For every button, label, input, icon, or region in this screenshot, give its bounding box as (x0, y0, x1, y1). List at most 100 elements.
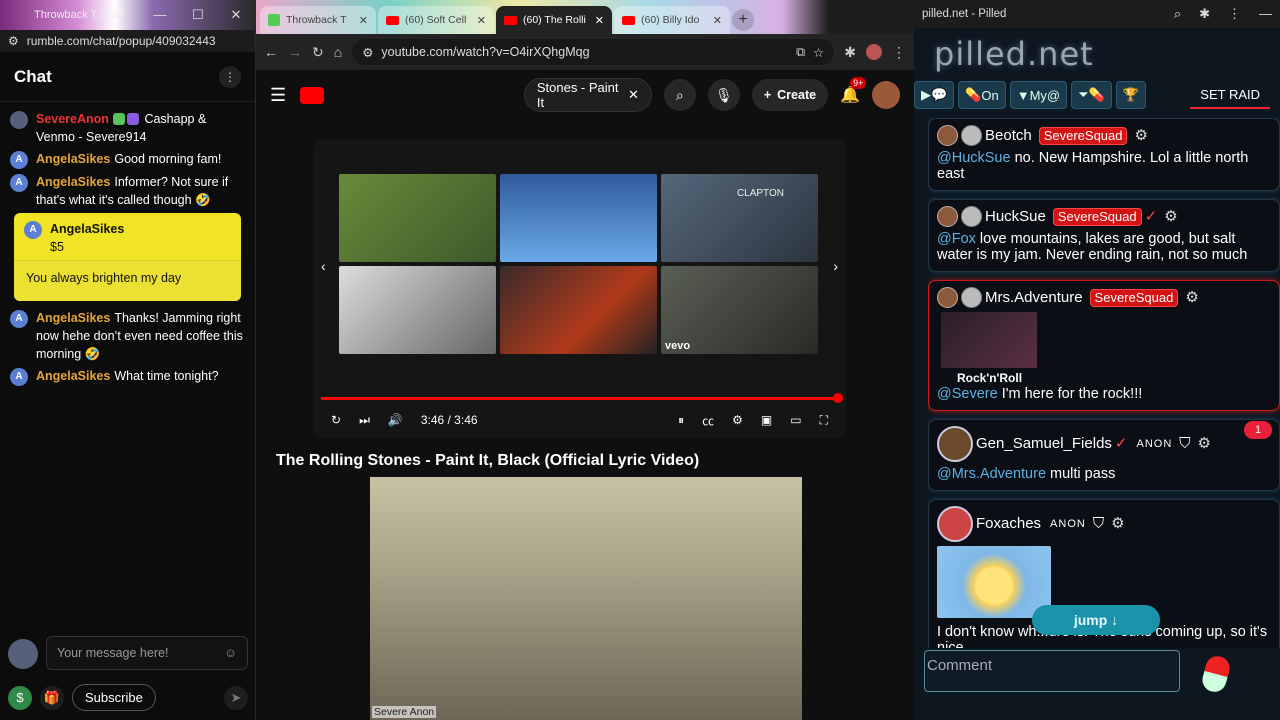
bookmark-star-icon[interactable]: ☆ (813, 45, 824, 60)
notification-badge[interactable]: 1 (1244, 421, 1272, 439)
create-button[interactable]: + Create (751, 79, 829, 111)
mention[interactable]: @Fox (937, 231, 976, 247)
progress-bar[interactable] (321, 393, 843, 403)
pill-send-icon[interactable] (1199, 653, 1233, 695)
new-tab-button[interactable]: + (732, 9, 754, 31)
notifications-icon[interactable]: 🔔 9+ (840, 77, 867, 105)
minimize-button[interactable]: — (1259, 6, 1272, 22)
zoom-icon[interactable]: ⌕ (1174, 6, 1181, 22)
search-input[interactable]: Stones - Paint It ✕ (523, 78, 652, 112)
close-tab-icon[interactable]: ✕ (359, 14, 368, 27)
open-in-app-icon[interactable]: ⧉ (796, 45, 805, 60)
mentions-filter[interactable]: ▼ My@ (1009, 81, 1068, 109)
close-tab-icon[interactable]: ✕ (713, 14, 722, 27)
chat-username[interactable]: AngelaSikes (36, 311, 110, 325)
gear-icon[interactable]: ⚙ (1111, 516, 1124, 532)
pill-toggle[interactable]: 💊 On (958, 81, 1006, 109)
close-button[interactable]: ✕ (217, 7, 255, 23)
profile-avatar[interactable] (866, 44, 882, 60)
chat-input[interactable]: Your message here! ☺ (46, 636, 248, 670)
gear-icon[interactable]: ⚙ (1198, 436, 1211, 452)
post-username[interactable]: HuckSue (985, 208, 1046, 225)
endscreen-video[interactable] (339, 174, 496, 262)
next-icon[interactable]: ⏭ (359, 413, 370, 428)
hamburger-menu-icon[interactable]: ☰ (270, 85, 286, 106)
gift-icon[interactable]: 🎁 (40, 685, 64, 710)
filter-pill-icon[interactable]: ⏷💊 (1071, 81, 1112, 109)
post-username[interactable]: Mrs.Adventure (985, 289, 1083, 306)
tab-billy-idol[interactable]: (60) Billy Ido ✕ (614, 6, 730, 34)
endscreen-video[interactable] (339, 266, 496, 354)
embedded-video-thumbnail[interactable]: Rock'n'Roll (941, 312, 1037, 385)
tab-rolling-stones[interactable]: (60) The Rolli ✕ (496, 6, 612, 34)
close-tab-icon[interactable]: ✕ (477, 14, 486, 27)
maximize-button[interactable]: ☐ (179, 7, 217, 23)
site-info-icon[interactable]: ⚙ (362, 45, 373, 60)
miniplayer-icon[interactable]: ▣ (761, 413, 772, 427)
post-username[interactable]: Beotch (985, 127, 1032, 144)
address-bar[interactable]: ⚙ youtube.com/watch?v=O4irXQhgMqg ⧉ ☆ (352, 39, 835, 65)
close-tab-icon[interactable]: ✕ (595, 14, 604, 27)
forward-icon[interactable]: → (288, 44, 302, 60)
endscreen-video[interactable] (500, 174, 657, 262)
set-raid-button[interactable]: SET RAID (1190, 81, 1270, 109)
chat-username[interactable]: AngelaSikes (36, 175, 110, 189)
theater-mode-icon[interactable]: ▭ (790, 413, 801, 427)
mention[interactable]: @HuckSue (937, 150, 1011, 166)
subscribe-button[interactable]: Subscribe (72, 684, 156, 711)
back-icon[interactable]: ← (264, 44, 278, 60)
extensions-icon[interactable]: ✱ (844, 44, 856, 61)
voice-search-icon[interactable]: 🎙 (707, 79, 740, 111)
carousel-prev-icon[interactable]: ‹ (321, 258, 326, 274)
rumble-address-bar[interactable]: ⚙ rumble.com/chat/popup/409032443 (0, 30, 255, 52)
account-avatar[interactable] (872, 81, 900, 109)
minimize-button[interactable]: — (141, 7, 179, 23)
chat-username[interactable]: SevereAnon (36, 112, 109, 126)
reload-icon[interactable]: ↻ (312, 44, 324, 61)
emoji-icon[interactable]: ☺ (224, 646, 237, 660)
youtube-logo[interactable] (300, 86, 325, 104)
mention[interactable]: @Mrs.Adventure (937, 466, 1046, 482)
video-player[interactable]: ‹ CLAPTON vevo › ↻ ⏭ 🔊 3:46 / 3:46 ⏸ ㏄ ⚙… (313, 140, 846, 438)
autoplay-toggle[interactable]: ⏸ (678, 413, 684, 428)
extensions-icon[interactable]: ✱ (1199, 6, 1210, 22)
play-chat-icon[interactable]: ▶💬 (914, 81, 955, 109)
endscreen-video[interactable] (500, 266, 657, 354)
captions-icon[interactable]: ㏄ (702, 412, 714, 429)
embedded-image[interactable] (937, 546, 1051, 618)
comment-input[interactable]: Comment (924, 650, 1180, 692)
replay-icon[interactable]: ↻ (331, 413, 341, 427)
gear-icon[interactable]: ⚙ (1134, 127, 1147, 144)
volume-icon[interactable]: 🔊 (388, 413, 403, 427)
trophy-icon[interactable]: 🏆 (1115, 81, 1146, 109)
menu-icon[interactable]: ⋮ (1228, 6, 1241, 22)
endscreen-video[interactable]: CLAPTON (661, 174, 818, 262)
rumble-tab-title[interactable]: Throwback T...nada... (34, 9, 124, 21)
carousel-next-icon[interactable]: › (833, 258, 838, 274)
menu-icon[interactable]: ⋮ (892, 44, 906, 61)
gear-icon[interactable]: ⚙ (1185, 289, 1198, 306)
endscreen-video[interactable]: vevo (661, 266, 818, 354)
site-info-icon[interactable]: ⚙ (8, 34, 19, 48)
rant-dollar-button[interactable]: $ (8, 685, 32, 710)
rant-username[interactable]: AngelaSikes (50, 220, 124, 238)
clear-search-icon[interactable]: ✕ (628, 87, 639, 103)
progress-handle[interactable] (833, 393, 843, 403)
search-icon[interactable]: ⌕ (663, 79, 696, 111)
settings-gear-icon[interactable]: ⚙ (732, 413, 743, 427)
chat-username[interactable]: AngelaSikes (36, 152, 110, 166)
jump-to-latest-button[interactable]: jump ↓ (1032, 605, 1160, 635)
send-icon[interactable]: ➤ (224, 685, 248, 710)
home-icon[interactable]: ⌂ (334, 44, 342, 60)
pilled-logo[interactable]: pilled.net (914, 28, 1280, 80)
fullscreen-icon[interactable]: ⛶ (820, 413, 828, 428)
more-options-icon[interactable]: ⋮ (219, 65, 241, 88)
tab-throwback[interactable]: Throwback T ✕ (260, 6, 376, 34)
tab-soft-cell[interactable]: (60) Soft Cell ✕ (378, 6, 494, 34)
chat-username[interactable]: AngelaSikes (36, 369, 110, 383)
post-username[interactable]: Foxaches (976, 516, 1041, 532)
mention[interactable]: @Severe (937, 386, 998, 402)
gear-icon[interactable]: ⚙ (1164, 208, 1177, 225)
post-username[interactable]: Gen_Samuel_Fields (976, 436, 1112, 452)
url-text: youtube.com/watch?v=O4irXQhgMqg (381, 45, 590, 59)
